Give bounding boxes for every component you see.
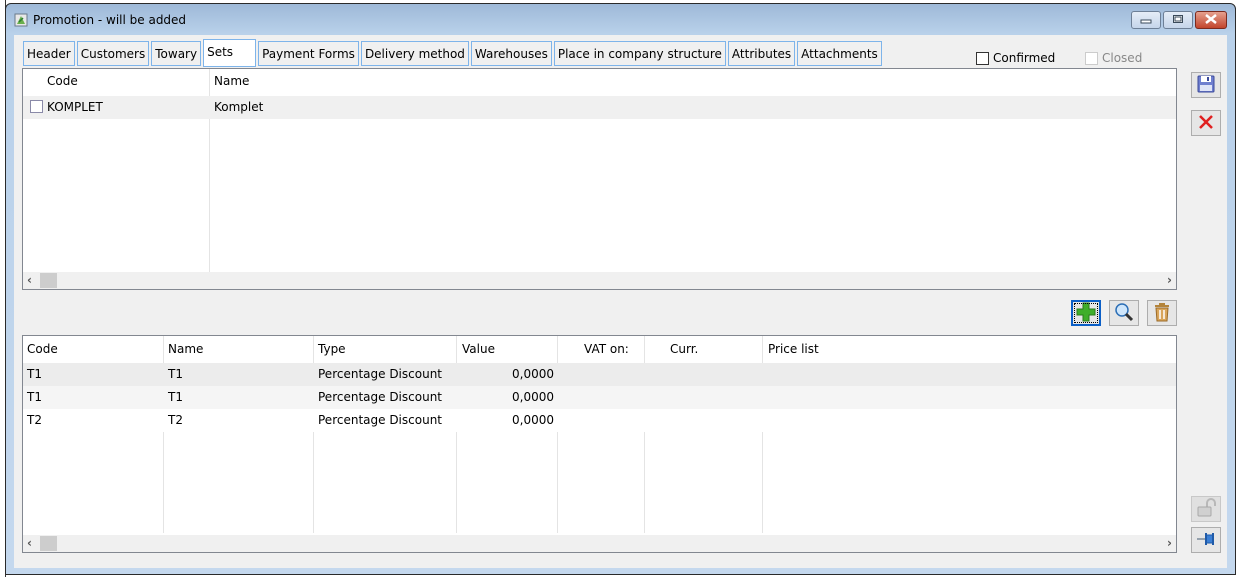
- tab-attachments[interactable]: Attachments: [797, 41, 882, 66]
- tab-towary[interactable]: Towary: [151, 41, 202, 66]
- closed-label: Closed: [1102, 51, 1143, 65]
- window-title: Promotion - will be added: [33, 13, 187, 27]
- close-button[interactable]: [1195, 11, 1227, 29]
- table-row[interactable]: KOMPLET Komplet: [23, 96, 1176, 119]
- cancel-icon: [1198, 114, 1214, 133]
- cell-name: T1: [168, 390, 183, 404]
- table-row[interactable]: T2 T2 Percentage Discount 0,0000: [23, 409, 1176, 432]
- column-header-code[interactable]: Code: [27, 342, 58, 356]
- closed-checkbox: [1085, 51, 1098, 65]
- tab-place-in-company-structure[interactable]: Place in company structure: [553, 41, 726, 66]
- app-icon: [14, 13, 28, 27]
- tab-attributes[interactable]: Attributes: [727, 41, 796, 66]
- column-header-price-list[interactable]: Price list: [768, 342, 819, 356]
- column-header-value[interactable]: Value: [462, 342, 495, 356]
- cell-type: Percentage Discount: [318, 413, 443, 427]
- set-items-grid: Code Name Type Value VAT on: Curr. Price…: [22, 335, 1177, 553]
- column-header-name[interactable]: Name: [214, 74, 249, 88]
- set-items-grid-header: Code Name Type Value VAT on: Curr. Price…: [23, 336, 1176, 362]
- confirmed-checkbox[interactable]: [976, 51, 989, 65]
- title-bar[interactable]: Promotion - will be added: [6, 4, 1235, 34]
- sets-grid: Code Name KOMPLET Komplet ‹ ›: [22, 68, 1177, 290]
- add-icon: [1076, 302, 1096, 325]
- column-header-currency[interactable]: Curr.: [670, 342, 698, 356]
- horizontal-scrollbar[interactable]: ‹ ›: [23, 272, 1176, 289]
- cell-code: KOMPLET: [47, 100, 103, 114]
- scroll-right-arrow-icon[interactable]: ›: [1167, 536, 1172, 550]
- pin-icon: [1196, 532, 1216, 549]
- unlock-icon: [1196, 497, 1216, 521]
- scroll-left-arrow-icon[interactable]: ‹: [27, 273, 32, 287]
- tab-sets[interactable]: Sets: [203, 39, 257, 67]
- confirmed-label: Confirmed: [993, 51, 1056, 65]
- table-row[interactable]: T1 T1 Percentage Discount 0,0000: [23, 363, 1176, 386]
- minimize-button[interactable]: [1131, 11, 1161, 29]
- cell-value: 0,0000: [512, 390, 554, 404]
- scrollbar-thumb[interactable]: [40, 273, 57, 288]
- minimize-icon: [1140, 13, 1152, 27]
- tab-delivery-method[interactable]: Delivery method: [360, 41, 469, 66]
- tab-customers[interactable]: Customers: [76, 41, 150, 66]
- scroll-left-arrow-icon[interactable]: ‹: [27, 536, 32, 550]
- search-icon: [1114, 302, 1134, 325]
- promotion-window: Promotion - will be added Header Custome…: [5, 3, 1236, 575]
- close-icon: [1204, 13, 1218, 27]
- closed-checkbox-group: Closed: [1085, 51, 1142, 65]
- tab-header[interactable]: Header: [23, 41, 75, 66]
- cancel-button[interactable]: [1191, 110, 1221, 136]
- maximize-icon: [1172, 13, 1184, 27]
- sets-grid-header: Code Name: [23, 69, 1176, 95]
- tab-payment-forms[interactable]: Payment Forms: [258, 41, 359, 66]
- column-header-type[interactable]: Type: [318, 342, 346, 356]
- trash-icon: [1153, 302, 1171, 325]
- cell-name: T2: [168, 413, 183, 427]
- cell-value: 0,0000: [512, 413, 554, 427]
- save-icon: [1197, 75, 1215, 96]
- scrollbar-thumb[interactable]: [40, 536, 57, 551]
- table-row[interactable]: T1 T1 Percentage Discount 0,0000: [23, 386, 1176, 409]
- horizontal-scrollbar[interactable]: ‹ ›: [23, 535, 1176, 552]
- save-button[interactable]: [1191, 72, 1221, 98]
- cell-code: T1: [27, 367, 42, 381]
- search-button[interactable]: [1109, 300, 1139, 326]
- delete-button[interactable]: [1147, 300, 1177, 326]
- cell-type: Percentage Discount: [318, 367, 443, 381]
- cell-name: Komplet: [214, 100, 264, 114]
- cell-name: T1: [168, 367, 183, 381]
- cell-value: 0,0000: [512, 367, 554, 381]
- cell-code: T2: [27, 413, 42, 427]
- cell-code: T1: [27, 390, 42, 404]
- pin-button[interactable]: [1191, 527, 1221, 553]
- tab-bar: Header Customers Towary Sets Payment For…: [23, 39, 882, 67]
- lock-button: [1191, 496, 1221, 522]
- add-button[interactable]: [1071, 300, 1101, 326]
- scroll-right-arrow-icon[interactable]: ›: [1167, 273, 1172, 287]
- tab-warehouses[interactable]: Warehouses: [470, 41, 552, 66]
- column-header-name[interactable]: Name: [168, 342, 203, 356]
- window-client-area: Header Customers Towary Sets Payment For…: [14, 35, 1227, 568]
- cell-type: Percentage Discount: [318, 390, 443, 404]
- maximize-button[interactable]: [1163, 11, 1193, 29]
- row-checkbox[interactable]: [30, 100, 43, 113]
- confirmed-checkbox-group[interactable]: Confirmed: [976, 51, 1055, 65]
- column-header-vat-on[interactable]: VAT on:: [584, 342, 629, 356]
- column-header-code[interactable]: Code: [47, 74, 78, 88]
